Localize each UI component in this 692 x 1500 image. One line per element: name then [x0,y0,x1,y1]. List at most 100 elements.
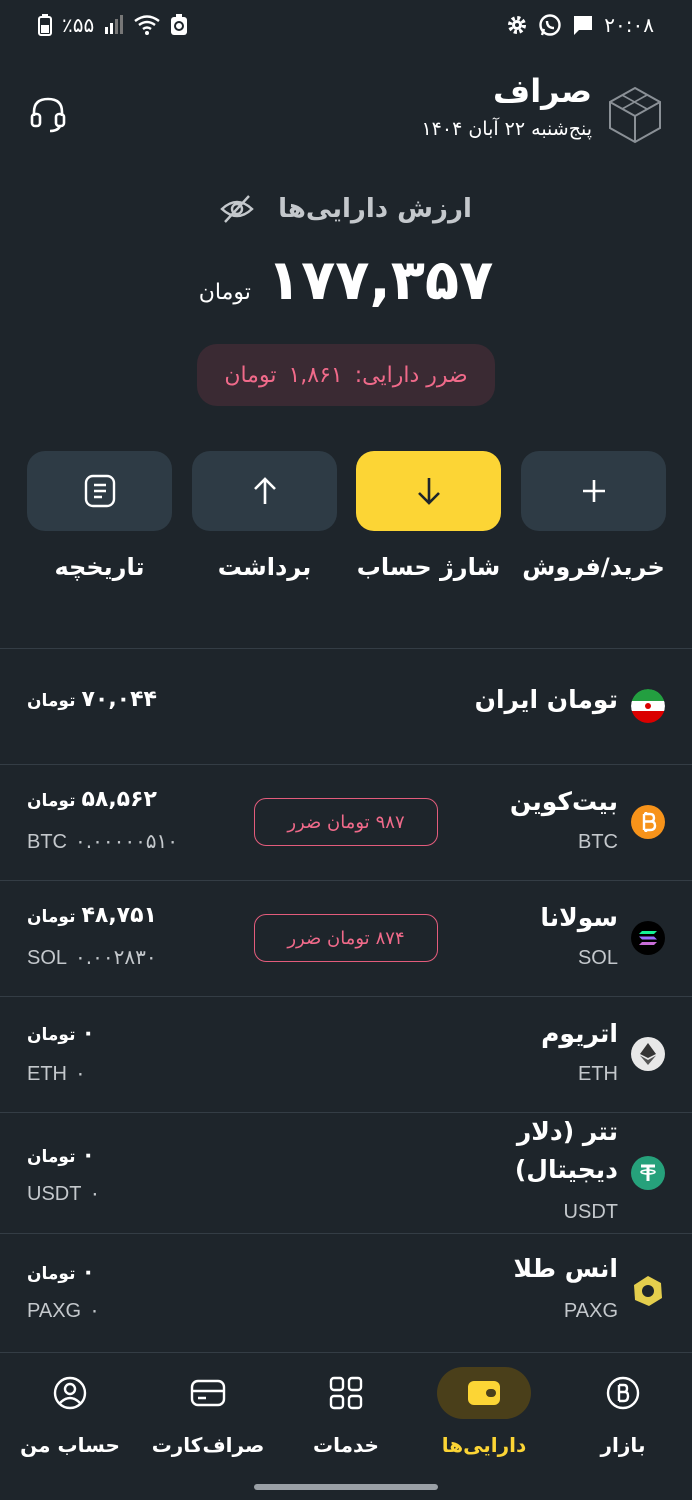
asset-value-unit: تومان [27,691,76,711]
asset-name-line2: دیجیتال) [514,1155,618,1184]
asset-value: ۰ تومان [27,1021,95,1046]
deposit-button[interactable] [356,451,501,531]
nav-services[interactable]: خدمات [281,1367,411,1457]
wallet-icon [468,1381,500,1405]
bitcoin-icon [631,805,665,839]
asset-value-unit: تومان [27,1264,76,1284]
deposit-action[interactable]: شارژ حساب [356,451,501,581]
nav-profile-label: حساب من [20,1433,120,1457]
history-action[interactable]: تاریخچه [27,451,172,581]
loss-label: ضرر دارایی: [354,362,468,388]
asset-amount-number: ۰ [75,1061,86,1085]
asset-value-number: ۷۰,۰۴۴ [81,687,157,712]
eye-off-icon[interactable] [220,192,254,226]
asset-symbol: ETH [578,1063,618,1085]
asset-value: ۰ تومان [27,1260,95,1285]
bitcoin-circle-icon [606,1376,640,1410]
asset-value-unit: تومان [27,791,76,811]
grid-icon [329,1376,363,1410]
nav-assets-icon-wrap [437,1367,531,1419]
asset-value: ۷۰,۰۴۴ تومان [27,687,157,712]
nav-profile-icon-wrap [23,1367,117,1419]
nav-market-label: بازار [600,1433,646,1457]
pl-label: تومان ضرر [287,927,370,949]
action-bar: خرید/فروش شارژ حساب برداشت تاریخچه [27,451,666,591]
clock: ۲۰:۰۸ [604,13,654,37]
asset-value-number: ۵۸,۵۶۲ [81,787,157,812]
asset-value-unit: تومان [27,907,76,927]
profit-loss-badge: ۹۸۷ تومان ضرر [254,798,438,846]
nav-assets[interactable]: دارایی‌ها [419,1367,549,1457]
asset-row-btc[interactable]: بیت‌کوین BTC ۹۸۷ تومان ضرر ۵۸,۵۶۲ تومان … [0,765,692,880]
asset-name-line1: تتر (دلار [516,1117,618,1146]
asset-name: انس طلا [513,1254,618,1283]
asset-amount: PAXG ۰ [27,1298,100,1323]
nav-card-label: صراف‌کارت [151,1433,265,1457]
asset-symbol: BTC [578,831,618,853]
asset-value-number: ۴۸,۷۵۱ [81,903,157,928]
asset-row-usdt[interactable]: تتر (دلار دیجیتال) USDT ۰ تومان USDT ۰ [0,1113,692,1233]
asset-name: بیت‌کوین [509,787,618,816]
asset-value-unit: تومان [27,1025,76,1045]
asset-symbol: PAXG [563,1300,618,1322]
ethereum-icon [631,1037,665,1071]
arrow-up-icon [253,477,276,504]
nav-services-icon-wrap [299,1367,393,1419]
message-icon [574,16,593,35]
asset-value-unit: تومان [27,1147,76,1167]
deposit-label: شارژ حساب [356,553,501,581]
balance-value-row: ۱۷۷,۳۵۷ تومان [0,248,692,313]
tether-icon [631,1156,665,1190]
asset-row-irt[interactable]: تومان ایران ۷۰,۰۴۴ تومان [0,649,692,764]
status-left: ٪۵۵ [38,13,188,37]
asset-row-sol[interactable]: سولانا SOL ۸۷۴ تومان ضرر ۴۸,۷۵۱ تومان SO… [0,881,692,996]
asset-symbol: USDT [563,1201,618,1223]
asset-name: اتریوم [541,1019,618,1048]
asset-row-paxg[interactable]: انس طلا PAXG ۰ تومان PAXG ۰ [0,1234,692,1351]
asset-name: تومان ایران [474,685,618,714]
app-logo-icon [609,86,661,144]
loss-unit: تومان [224,362,277,388]
signal-icon [105,15,124,34]
asset-amount: BTC ۰.۰۰۰۰۰۵۱۰ [27,829,178,854]
app-title: صراف [493,72,592,110]
asset-value-number: ۰ [81,1260,95,1285]
app-date: پنج‌شنبه ۲۲ آبان ۱۴۰۴ [421,118,592,140]
asset-amount-number: ۰ [89,1181,101,1205]
headset-icon[interactable] [28,94,68,134]
history-button[interactable] [27,451,172,531]
asset-amount: ETH ۰ [27,1061,86,1086]
arrow-down-icon [417,478,440,505]
asset-value-number: ۰ [81,1021,95,1046]
buy-sell-button[interactable] [521,451,666,531]
buy-sell-action[interactable]: خرید/فروش [521,451,666,581]
iran-flag-icon [631,689,665,723]
status-right: ۲۰:۰۸ [506,13,654,37]
battery-percent: ٪۵۵ [62,13,95,37]
nav-profile[interactable]: حساب من [5,1367,135,1457]
plus-icon [582,480,605,502]
nav-market[interactable]: بازار [558,1367,688,1457]
withdraw-action[interactable]: برداشت [192,451,337,581]
balance-loss-badge: ضرر دارایی: ۱,۸۶۱ تومان [197,344,495,406]
asset-amount-symbol: PAXG [27,1300,82,1322]
nav-market-icon-wrap [576,1367,670,1419]
asset-amount-symbol: SOL [27,947,68,969]
pax-gold-icon [631,1274,665,1308]
asset-amount-number: ۰.۰۰۲۸۳۰ [75,945,157,969]
pl-value: ۸۷۴ [375,927,405,949]
asset-amount-symbol: ETH [27,1063,67,1085]
asset-amount-symbol: USDT [27,1183,82,1205]
nav-card[interactable]: صراف‌کارت [143,1367,273,1457]
home-indicator[interactable] [254,1484,438,1490]
withdraw-button[interactable] [192,451,337,531]
history-label: تاریخچه [54,553,145,581]
asset-amount-number: ۰.۰۰۰۰۰۵۱۰ [75,829,179,853]
asset-row-eth[interactable]: اتریوم ETH ۰ تومان ETH ۰ [0,997,692,1112]
balance-value: ۱۷۷,۳۵۷ [266,248,494,313]
pl-label: تومان ضرر [287,811,370,833]
nav-services-label: خدمات [313,1433,379,1457]
asset-name: سولانا [540,903,618,932]
asset-amount-number: ۰ [89,1298,100,1322]
recycle-icon [171,14,188,35]
